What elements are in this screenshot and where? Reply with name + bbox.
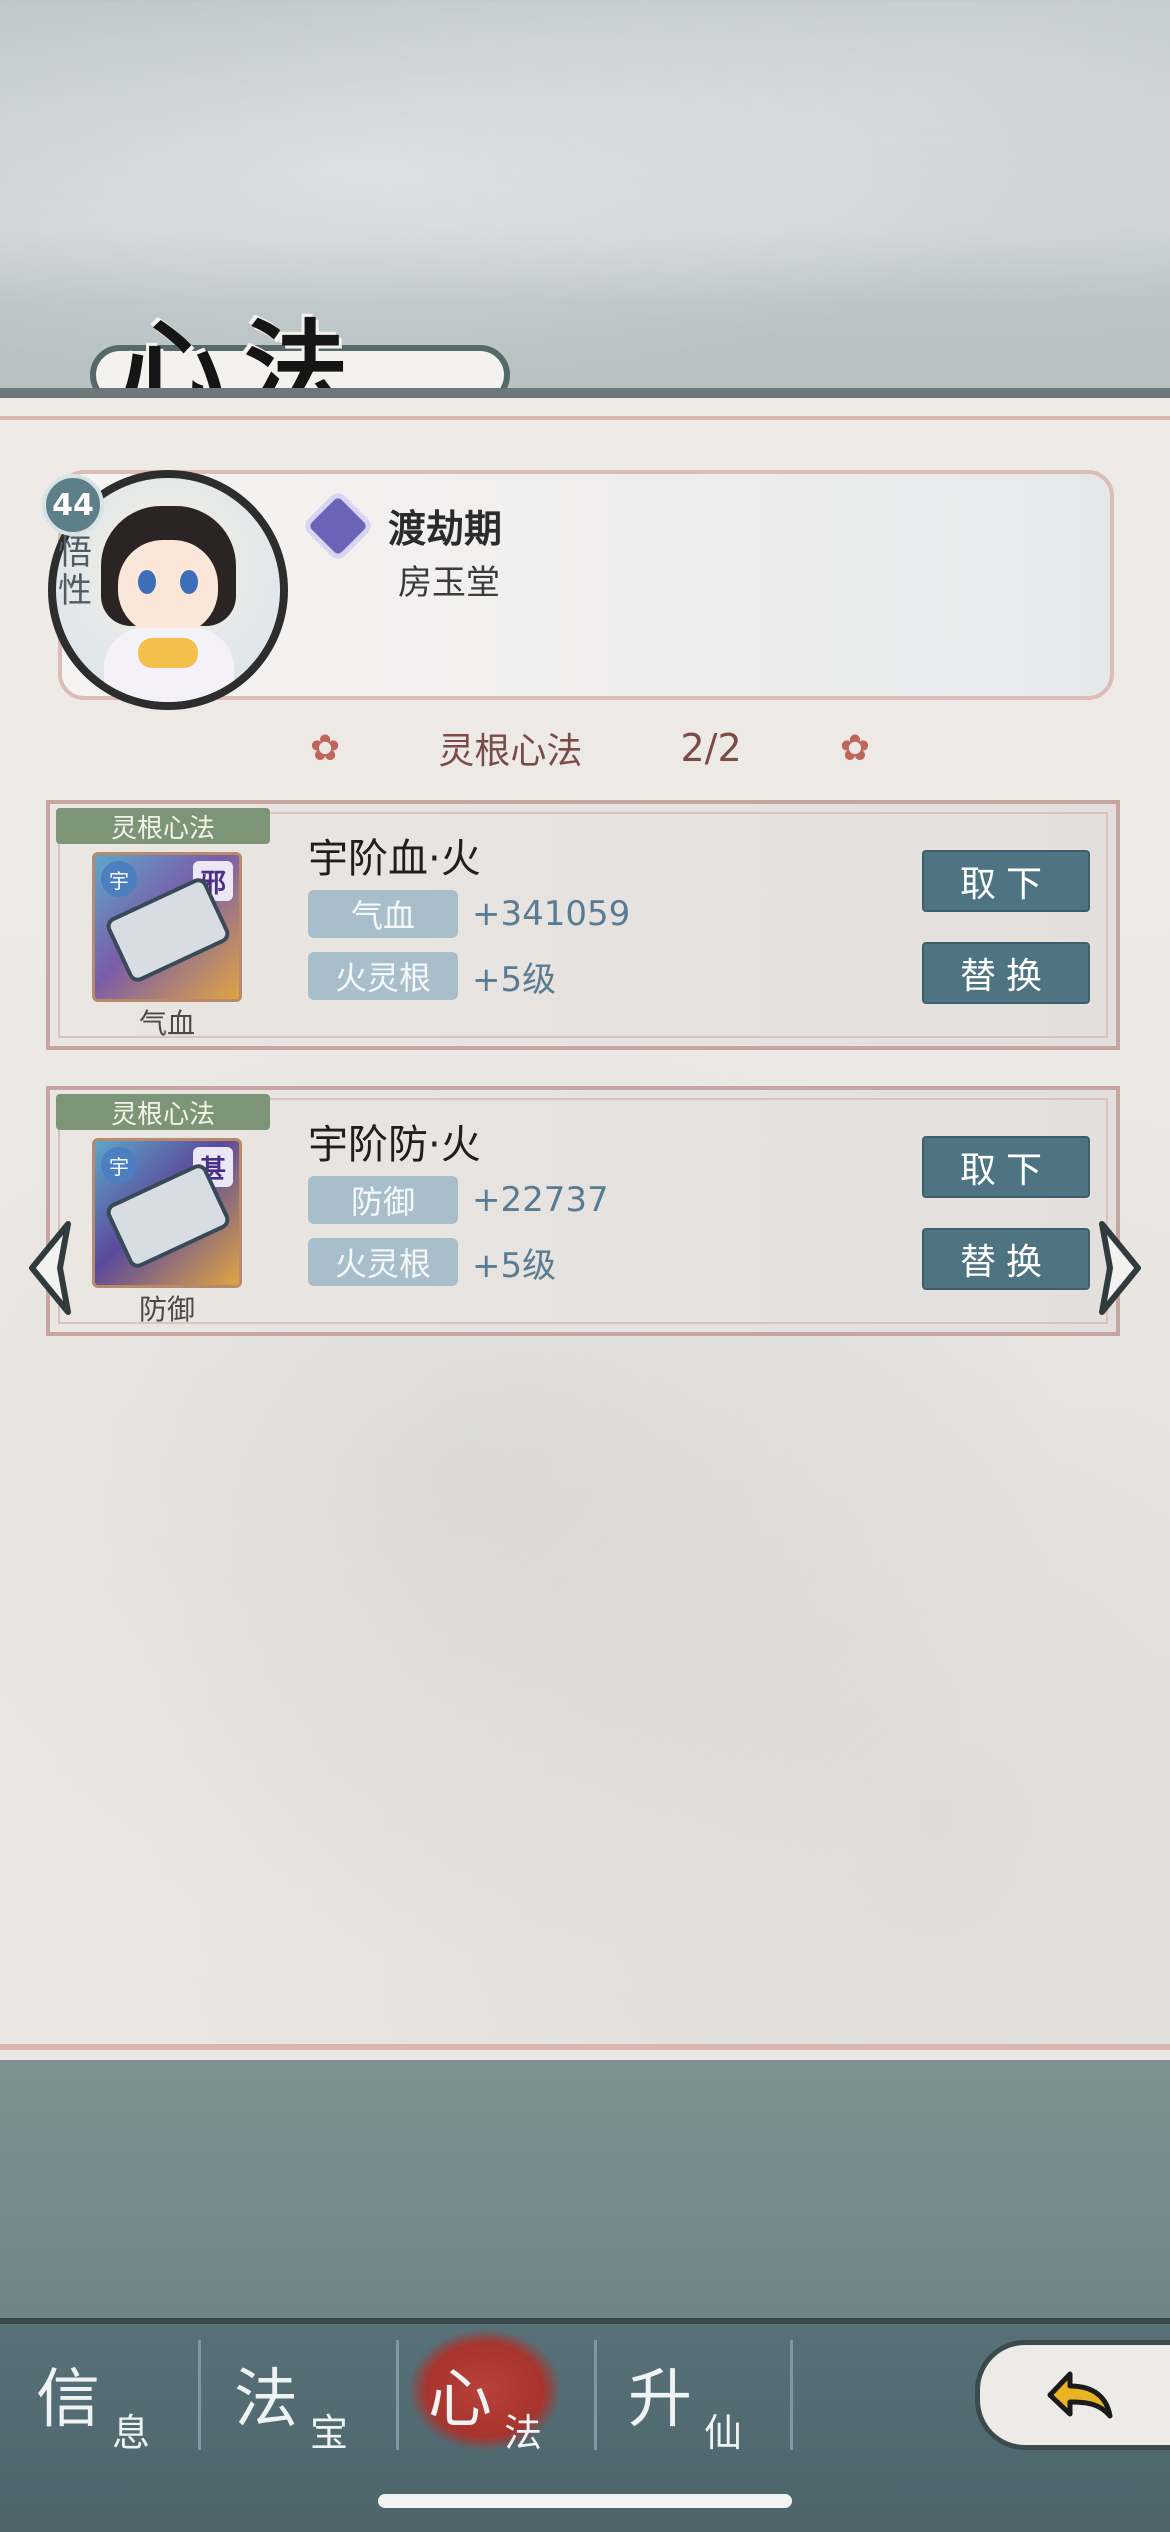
- tab-ascend[interactable]: 升 仙: [612, 2322, 808, 2462]
- tab-label-sub: 宝: [310, 2411, 349, 2455]
- back-button[interactable]: [975, 2340, 1170, 2450]
- technique-card: 灵根心法 宇 甚 防御 宇阶防·火 防御 +22737 火灵根 +5级 取下 替…: [46, 1086, 1120, 1336]
- technique-icon[interactable]: 宇 邪: [92, 852, 242, 1002]
- nav-divider: [594, 2340, 597, 2450]
- tab-label-main: 法: [234, 2363, 298, 2437]
- tab-technique[interactable]: 心 法: [412, 2322, 608, 2462]
- tab-info[interactable]: 信 息: [20, 2322, 216, 2462]
- character-name: 房玉堂: [398, 563, 500, 603]
- flower-icon: ✿: [310, 727, 341, 769]
- stat-row: 火灵根 +5级: [308, 1238, 556, 1286]
- stat-label: 火灵根: [308, 1238, 458, 1286]
- stat-label: 火灵根: [308, 952, 458, 1000]
- flower-icon: ✿: [839, 727, 870, 769]
- stat-value: +5级: [472, 959, 557, 1000]
- tab-label-sub: 息: [112, 2411, 151, 2455]
- realm-label: 渡劫期: [388, 507, 503, 551]
- stat-label: 气血: [308, 890, 458, 938]
- nav-divider: [198, 2340, 201, 2450]
- technique-name: 宇阶防·火: [308, 1122, 481, 1168]
- grade-seal-icon: 宇: [101, 861, 137, 897]
- chevron-right-icon[interactable]: [1090, 1218, 1150, 1318]
- remove-button[interactable]: 取下: [922, 1136, 1090, 1198]
- stat-value: +341059: [472, 894, 631, 934]
- stat-row: 气血 +341059: [308, 890, 630, 938]
- panel-mist-decoration: [0, 898, 1170, 2048]
- stat-row: 防御 +22737: [308, 1176, 609, 1224]
- tab-label-main: 升: [628, 2363, 692, 2437]
- remove-button[interactable]: 取下: [922, 850, 1090, 912]
- tab-treasure[interactable]: 法 宝: [218, 2322, 414, 2462]
- replace-button[interactable]: 替换: [922, 942, 1090, 1004]
- technique-name: 宇阶血·火: [308, 836, 481, 882]
- replace-button[interactable]: 替换: [922, 1228, 1090, 1290]
- tab-label-main: 信: [36, 2363, 100, 2437]
- stat-row: 火灵根 +5级: [308, 952, 556, 1000]
- chevron-left-icon[interactable]: [20, 1218, 80, 1318]
- section-header: ✿ 灵根心法 2/2 ✿: [310, 722, 870, 774]
- tab-label-main: 心: [428, 2363, 492, 2437]
- section-count: 2/2: [680, 726, 742, 770]
- technique-tag: 灵根心法: [56, 808, 270, 844]
- technique-card: 灵根心法 宇 邪 气血 宇阶血·火 气血 +341059 火灵根 +5级 取下 …: [46, 800, 1120, 1050]
- section-title: 灵根心法: [438, 731, 583, 772]
- tab-label-sub: 法: [504, 2411, 543, 2455]
- wuxing-label: 悟性: [58, 533, 92, 611]
- technique-icon-label: 气血: [138, 1007, 195, 1040]
- nav-divider: [790, 2340, 793, 2450]
- grade-seal-icon: 宇: [101, 1147, 137, 1183]
- home-indicator[interactable]: [378, 2494, 792, 2508]
- back-arrow-icon: [1047, 2371, 1113, 2419]
- technique-icon[interactable]: 宇 甚: [92, 1138, 242, 1288]
- tab-label-sub: 仙: [704, 2411, 743, 2455]
- technique-tag: 灵根心法: [56, 1094, 270, 1130]
- level-badge: 44: [42, 474, 104, 536]
- stat-value: +5级: [472, 1245, 557, 1286]
- nav-divider: [396, 2340, 399, 2450]
- technique-icon-label: 防御: [138, 1293, 195, 1326]
- stat-label: 防御: [308, 1176, 458, 1224]
- stat-value: +22737: [472, 1180, 609, 1220]
- background-mountains: [0, 2050, 1170, 2350]
